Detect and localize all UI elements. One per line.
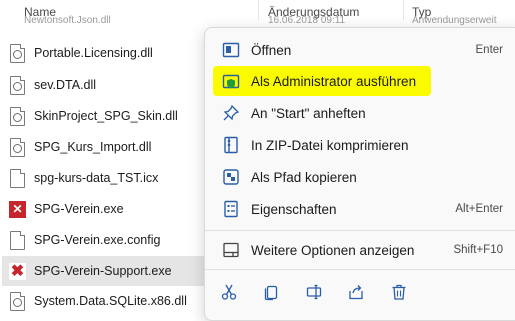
file-row[interactable]: ✕ SPG-Verein.exe: [2, 194, 204, 224]
dll-gear-icon: [8, 75, 26, 95]
copy-path-icon: [221, 167, 241, 187]
menu-item-compress-zip[interactable]: In ZIP-Datei komprimieren: [213, 130, 513, 160]
file-name: SPG_Kurs_Import.dll: [34, 140, 152, 154]
copy-icon: [262, 283, 280, 301]
menu-item-properties[interactable]: Eigenschaften Alt+Enter: [213, 194, 513, 224]
column-header-name[interactable]: Name: [24, 5, 234, 19]
cut-button[interactable]: [217, 280, 241, 304]
dll-gear-icon: [8, 106, 26, 126]
menu-item-shortcut: Enter: [475, 44, 504, 56]
file-name: sev.DTA.dll: [34, 78, 97, 92]
column-divider[interactable]: [403, 0, 404, 20]
quick-actions-bar: [213, 274, 513, 310]
dll-gear-icon: [8, 43, 26, 63]
dll-gear-icon: [8, 137, 26, 157]
menu-item-open[interactable]: Öffnen Enter: [213, 35, 513, 65]
menu-item-label: Weitere Optionen anzeigen: [251, 242, 415, 258]
file-row[interactable]: sev.DTA.dll: [2, 70, 204, 100]
copy-button[interactable]: [259, 280, 283, 304]
menu-item-show-more-options[interactable]: Weitere Optionen anzeigen Shift+F10: [213, 235, 513, 265]
file-row[interactable]: Portable.Licensing.dll: [2, 38, 204, 68]
menu-item-shortcut: Shift+F10: [453, 244, 503, 256]
file-row-selected[interactable]: ✖ SPG-Verein-Support.exe: [2, 256, 206, 286]
rename-icon: [305, 283, 323, 301]
menu-item-label: Als Pfad kopieren: [251, 169, 357, 185]
open-window-icon: [221, 40, 241, 60]
document-icon: [8, 168, 26, 188]
file-row[interactable]: spg-kurs-data_TST.icx: [2, 163, 204, 193]
file-name: SPG-Verein.exe.config: [34, 233, 161, 247]
dll-gear-icon: [8, 291, 26, 311]
menu-item-run-as-admin[interactable]: Als Administrator ausführen: [213, 66, 431, 96]
document-icon: [8, 230, 26, 250]
pin-icon: [221, 103, 241, 123]
file-name: System.Data.SQLite.x86.dll: [34, 294, 187, 308]
zip-folder-icon: [221, 135, 241, 155]
delete-button[interactable]: [387, 280, 411, 304]
context-menu: Öffnen Enter Als Administrator ausführen…: [204, 27, 515, 321]
file-row[interactable]: SkinProject_SPG_Skin.dll: [2, 101, 204, 131]
column-divider[interactable]: [258, 0, 259, 20]
file-name: SPG-Verein.exe: [34, 202, 124, 216]
menu-item-label: Als Administrator ausführen: [251, 73, 417, 89]
menu-divider: [205, 269, 515, 270]
rename-button[interactable]: [302, 280, 326, 304]
more-options-icon: [221, 240, 241, 260]
file-name: SkinProject_SPG_Skin.dll: [34, 109, 178, 123]
menu-item-pin-to-start[interactable]: An "Start" anheften: [213, 98, 513, 128]
menu-divider: [205, 230, 515, 231]
file-name: SPG-Verein-Support.exe: [34, 264, 172, 278]
column-header-type[interactable]: Typ: [412, 5, 512, 19]
support-tool-icon: ✖: [9, 263, 26, 280]
file-name: Portable.Licensing.dll: [34, 46, 153, 60]
file-row[interactable]: System.Data.SQLite.x86.dll: [2, 286, 204, 316]
delete-icon: [390, 283, 408, 301]
share-button[interactable]: [344, 280, 368, 304]
menu-item-label: In ZIP-Datei komprimieren: [251, 137, 409, 153]
column-header: Newtonsoft.Json.dll 16.06.2018 09:11 Anw…: [0, 0, 515, 26]
menu-item-label: An "Start" anheften: [251, 105, 366, 121]
share-icon: [347, 283, 365, 301]
app-icon: ✕: [8, 199, 26, 219]
menu-item-label: Öffnen: [251, 42, 292, 58]
file-name: spg-kurs-data_TST.icx: [34, 171, 159, 185]
properties-icon: [221, 199, 241, 219]
menu-item-label: Eigenschaften: [251, 201, 337, 217]
file-row[interactable]: SPG-Verein.exe.config: [2, 225, 204, 255]
file-row[interactable]: SPG_Kurs_Import.dll: [2, 132, 204, 162]
menu-item-shortcut: Alt+Enter: [455, 203, 503, 215]
column-header-date[interactable]: Änderungsdatum: [268, 5, 398, 19]
menu-item-copy-as-path[interactable]: Als Pfad kopieren: [213, 162, 513, 192]
shield-icon: [221, 71, 241, 91]
cut-icon: [220, 283, 238, 301]
